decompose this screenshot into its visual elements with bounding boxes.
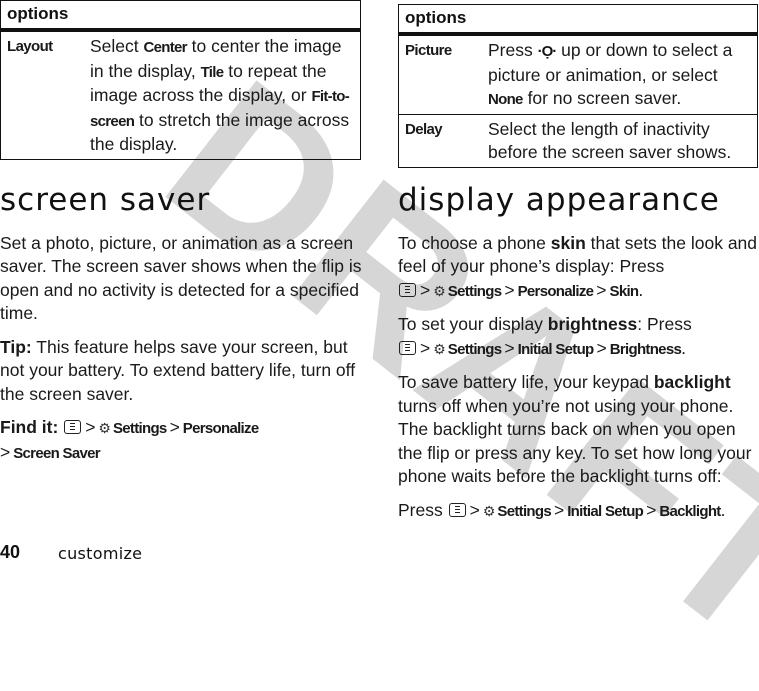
path-item-personalize: Personalize	[517, 282, 594, 300]
tip-paragraph: Tip: This feature helps save your screen…	[0, 336, 362, 407]
path-separator: >	[420, 279, 431, 300]
option-name-picture: Picture	[405, 42, 452, 59]
path-item-settings: Settings	[447, 282, 502, 300]
term-skin: skin	[550, 232, 586, 253]
options-table-header: options	[0, 0, 361, 32]
path-separator: >	[596, 279, 607, 300]
desc-text: Press	[488, 40, 538, 60]
screen-saver-options-table: options Picture Press ·Ọ· up or down to …	[398, 4, 758, 168]
path-item-settings: Settings	[497, 502, 551, 520]
tip-label: Tip:	[0, 336, 32, 357]
path-separator: >	[646, 499, 657, 520]
section-title-screen-saver: screen saver	[0, 181, 211, 218]
backlight-path: Press > ⚙ Settings > Initial Setup > Backlight…	[398, 499, 759, 524]
path-separator: >	[469, 499, 480, 520]
menu-key-icon	[399, 340, 416, 355]
path-item-settings: Settings	[112, 420, 167, 437]
menu-key-icon	[399, 282, 416, 297]
navigation-key-icon: ·Ọ·	[537, 43, 558, 60]
left-column: options Layout Select Center to center t…	[0, 0, 362, 465]
settings-icon: ⚙	[433, 282, 445, 299]
path-separator: >	[504, 337, 515, 358]
settings-icon: ⚙	[433, 340, 445, 357]
page-number: 40	[0, 542, 21, 562]
path-separator: >	[85, 417, 96, 437]
path-item-personalize: Personalize	[182, 420, 259, 437]
option-desc-delay: Select the length of inactivity before t…	[482, 113, 758, 167]
path-item-settings: Settings	[447, 340, 502, 358]
option-name-delay: Delay	[398, 113, 482, 167]
period: .	[681, 337, 686, 358]
keyword-center: Center	[143, 39, 188, 56]
section-name: customize	[58, 544, 143, 563]
path-separator: >	[0, 441, 11, 462]
body-text: : Press	[637, 314, 692, 334]
screen-saver-intro: Set a photo, picture, or animation as a …	[0, 232, 362, 324]
term-brightness: brightness	[547, 314, 638, 334]
path-separator: >	[169, 417, 180, 437]
path-item-initial-setup: Initial Setup	[567, 502, 644, 520]
path-separator: >	[553, 499, 565, 520]
body-text: Press	[398, 499, 443, 520]
table-row: Picture Press ·Ọ· up or down to select a…	[399, 34, 758, 114]
path-item-backlight: Backlight	[659, 502, 721, 520]
path-separator: >	[504, 279, 515, 300]
right-column: options Picture Press ·Ọ· up or down to …	[398, 4, 759, 523]
backlight-paragraph: To save battery life, your keypad backli…	[398, 371, 759, 489]
settings-icon: ⚙	[482, 502, 495, 519]
layout-options-table: options Layout Select Center to center t…	[0, 0, 361, 160]
path-separator: >	[596, 337, 607, 358]
find-it-label: Find it:	[0, 417, 59, 437]
body-text: To save battery life, your keypad	[398, 372, 654, 392]
menu-key-icon	[448, 502, 466, 517]
term-backlight: backlight	[653, 372, 731, 392]
skin-paragraph: To choose a phone skin that sets the loo…	[398, 232, 759, 304]
find-it-path: Find it: > ⚙ Settings > Personalize > Screen S…	[0, 416, 362, 465]
path-item-brightness: Brightness	[609, 340, 682, 358]
table-row: Layout Select Center to center the image…	[1, 30, 361, 159]
body-text: To set your display	[398, 314, 548, 334]
settings-icon: ⚙	[98, 420, 110, 436]
path-item-skin: Skin	[609, 282, 640, 300]
period: .	[720, 499, 726, 520]
options-table-header: options	[398, 4, 758, 36]
path-item-screen-saver: Screen Saver	[13, 444, 100, 462]
section-title-display-appearance: display appearance	[398, 181, 720, 218]
keyword-tile: Tile	[200, 63, 224, 81]
period: .	[638, 279, 644, 300]
option-desc-picture: Press ·Ọ· up or down to select a picture…	[482, 34, 758, 114]
table-row: Delay Select the length of inactivity be…	[398, 113, 758, 167]
path-separator: >	[420, 337, 431, 358]
tip-text: This feature helps save your screen, but…	[0, 336, 356, 404]
menu-key-icon	[64, 420, 82, 434]
brightness-paragraph: To set your display brightness: Press > ⚙ S…	[398, 313, 759, 361]
keyword-none: None	[488, 91, 523, 108]
desc-text: Select	[90, 36, 144, 56]
option-desc-layout: Select Center to center the image in the…	[84, 30, 361, 159]
option-name-layout: Layout	[7, 38, 53, 55]
desc-text: for no screen saver.	[522, 88, 682, 108]
body-text: To choose a phone	[398, 232, 551, 253]
body-text: turns off when you’re not using your pho…	[398, 395, 752, 487]
path-item-initial-setup: Initial Setup	[517, 340, 595, 358]
